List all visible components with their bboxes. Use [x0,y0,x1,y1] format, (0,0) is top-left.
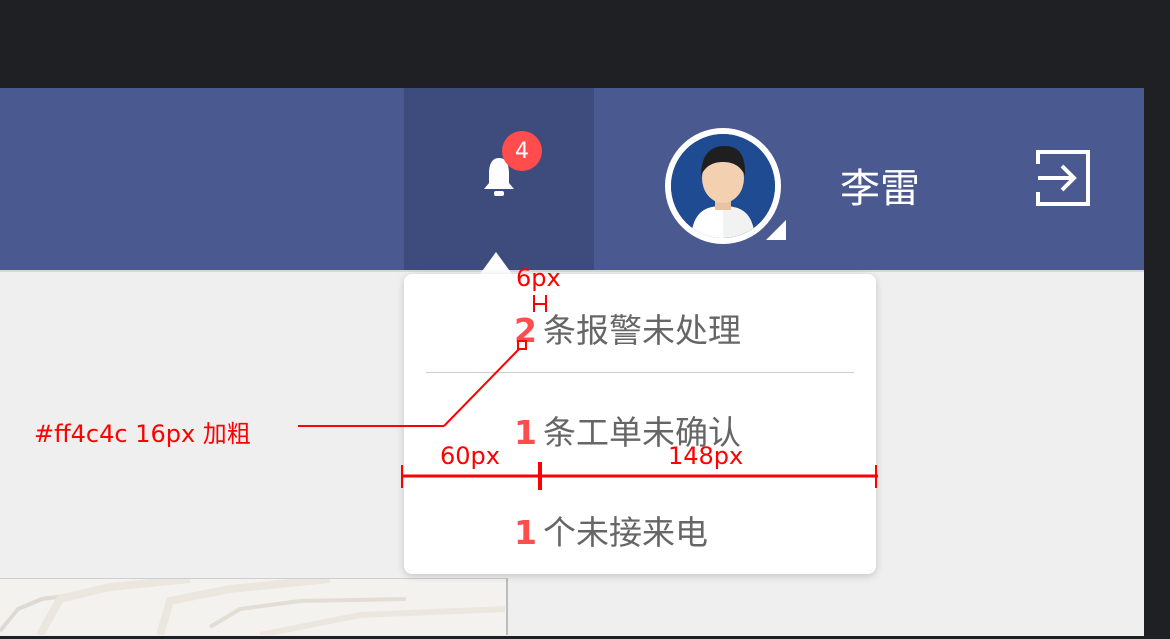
missed-call-item[interactable]: 1 个未接来电 [514,506,708,554]
user-avatar [671,134,775,238]
map-preview [0,575,508,638]
notification-dropdown: 2 条报警未处理 1 条工单未确认 1 个未接来电 [404,274,876,574]
notification-area[interactable]: 4 [404,88,594,270]
missed-call-text: 个未接来电 [542,513,708,552]
alert-item[interactable]: 2 条报警未处理 [514,304,741,352]
avatar[interactable] [665,128,781,244]
style-annotation: #ff4c4c 16px 加粗 [34,420,251,448]
notification-count-badge: 4 [502,131,542,171]
top-navigation-bar: 4 李雷 [0,88,1144,270]
logout-icon[interactable] [1032,148,1092,208]
alert-text: 条报警未处理 [542,311,741,350]
avatar-dropdown-indicator[interactable] [766,220,786,240]
user-name[interactable]: 李雷 [840,156,920,214]
dropdown-divider [426,372,854,373]
left-width-annotation: 60px [440,442,500,470]
right-width-annotation: 148px [668,442,744,470]
alert-count: 2 [514,311,537,350]
workorder-count: 1 [514,413,537,452]
spacing-annotation: 6px [516,264,561,292]
missed-call-count: 1 [514,513,537,552]
dropdown-arrow [480,252,512,274]
